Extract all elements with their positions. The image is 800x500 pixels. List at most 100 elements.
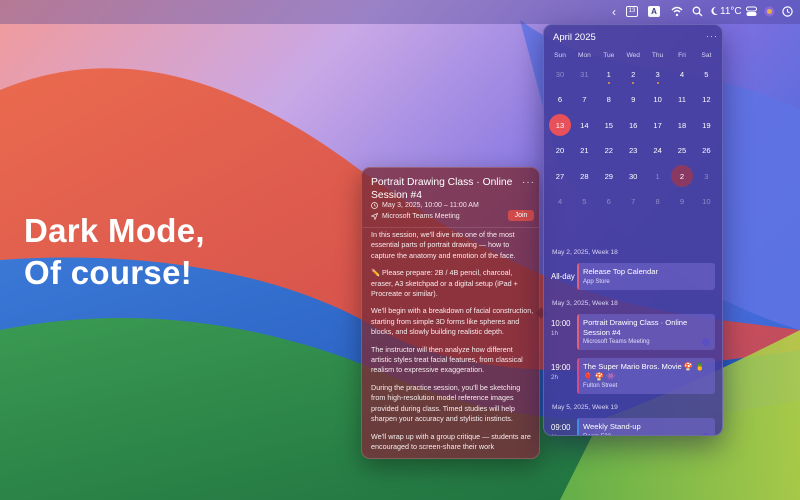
day-cell[interactable]: 30 <box>548 68 572 82</box>
event-card[interactable]: Portrait Drawing Class · Online Session … <box>577 314 715 350</box>
agenda-section-header: May 3, 2025, Week 18 <box>552 300 618 307</box>
day-cell-today[interactable]: 13 <box>548 113 572 136</box>
weekday-label: Mon <box>577 52 591 59</box>
chevron-left-icon[interactable]: ‹ <box>612 0 616 24</box>
event-detail-popup: Portrait Drawing Class · Online Session … <box>361 167 540 459</box>
day-cell[interactable]: 12 <box>694 93 718 107</box>
siri-icon[interactable] <box>764 6 775 17</box>
event-dot <box>632 82 635 84</box>
month-grid: Sun Mon Tue Wed Thu Fri Sat 30 31 1 2 3 4 5 6 7 8 9 10 11 12… <box>544 25 722 245</box>
day-cell[interactable]: 19 <box>694 119 718 133</box>
day-cell[interactable]: 30 <box>621 170 645 184</box>
day-cell[interactable]: 17 <box>646 119 670 133</box>
event-duration: 1h <box>551 330 558 337</box>
control-center-icon[interactable] <box>746 6 757 17</box>
day-cell[interactable]: 1 <box>597 68 621 82</box>
weekday-label: Sun <box>554 52 566 59</box>
day-cell[interactable]: 28 <box>572 170 596 184</box>
day-cell[interactable]: 29 <box>597 170 621 184</box>
event-card[interactable]: The Super Mario Bros. Movie 🍄 🍍 🎈 🍄 👾 Ful… <box>577 358 715 394</box>
day-cell[interactable]: 7 <box>572 93 596 107</box>
event-color-bar <box>577 263 579 290</box>
event-notes: In this session, we'll dive into one of … <box>371 230 535 458</box>
event-dot <box>607 82 610 84</box>
day-cell[interactable]: 23 <box>621 144 645 158</box>
day-cell[interactable]: 8 <box>597 93 621 107</box>
agenda-section-header: May 5, 2025, Week 19 <box>552 404 618 411</box>
event-title: Portrait Drawing Class · Online Session … <box>371 177 513 201</box>
menu-bar: ‹ 13 A 11°C <box>0 0 800 24</box>
day-cell[interactable]: 5 <box>694 68 718 82</box>
day-cell[interactable]: 6 <box>597 195 621 209</box>
day-cell[interactable]: 4 <box>670 68 694 82</box>
day-cell[interactable]: 9 <box>670 195 694 209</box>
day-cell[interactable]: 20 <box>548 144 572 158</box>
calendar-icon[interactable]: 13 <box>626 6 638 17</box>
event-card-title: Release Top Calendar <box>583 267 659 276</box>
day-cell[interactable]: 14 <box>572 119 596 133</box>
weekday-label: Wed <box>626 52 640 59</box>
moon-cloud-icon[interactable] <box>710 6 719 17</box>
event-duration: 2h <box>551 374 558 381</box>
event-color-bar <box>577 358 579 394</box>
day-cell[interactable]: 11 <box>670 93 694 107</box>
event-card-subtitle: Microsoft Teams Meeting <box>583 339 650 345</box>
event-card-title: Weekly Stand-up <box>583 422 641 431</box>
day-cell[interactable]: 31 <box>572 68 596 82</box>
day-cell[interactable]: 5 <box>572 195 596 209</box>
clock-icon[interactable] <box>782 6 793 17</box>
event-location: Microsoft Teams Meeting <box>382 213 460 220</box>
day-cell[interactable]: 8 <box>646 195 670 209</box>
weekday-label: Fri <box>678 52 686 59</box>
day-cell[interactable]: 9 <box>621 93 645 107</box>
weekday-label: Sat <box>701 52 712 59</box>
attendee-avatar <box>702 338 710 346</box>
event-note-paragraph: In this session, we'll dive into one of … <box>371 230 516 260</box>
day-cell[interactable]: 24 <box>646 144 670 158</box>
day-cell[interactable]: 21 <box>572 144 596 158</box>
wifi-icon[interactable] <box>671 6 683 17</box>
event-time: 19:00 <box>551 363 571 372</box>
weather-temperature[interactable]: 11°C <box>720 0 742 24</box>
event-note-paragraph: We'll wrap up with a group critique — st… <box>371 431 531 451</box>
event-dot <box>656 82 659 84</box>
weekday-label: Thu <box>651 52 664 59</box>
day-cell[interactable]: 2 <box>621 68 645 82</box>
day-cell[interactable]: 3 <box>694 170 718 184</box>
day-cell[interactable]: 6 <box>548 93 572 107</box>
search-icon[interactable] <box>692 6 703 17</box>
event-card[interactable]: Release Top Calendar App Store <box>577 263 715 290</box>
headline-line-1: Dark Mode, <box>24 212 205 249</box>
day-cell[interactable]: 25 <box>670 144 694 158</box>
event-datetime-row: May 3, 2025, 10:00 – 11:00 AM <box>371 202 479 209</box>
day-cell[interactable]: 27 <box>548 170 572 184</box>
event-color-bar <box>577 314 579 350</box>
weekday-label: Tue <box>603 52 615 59</box>
join-button[interactable]: Join <box>508 210 534 221</box>
input-source-icon[interactable]: A <box>648 6 660 17</box>
event-card-title: The Super Mario Bros. Movie 🍄 🍍 🎈 🍄 👾 <box>583 362 705 381</box>
event-card-subtitle: Fulton Street <box>583 383 618 389</box>
day-cell[interactable]: 15 <box>597 119 621 133</box>
day-cell[interactable]: 1 <box>646 170 670 184</box>
event-card-title: Portrait Drawing Class · Online Session … <box>583 318 688 337</box>
day-cell[interactable]: 10 <box>646 93 670 107</box>
day-cell[interactable]: 26 <box>694 144 718 158</box>
divider <box>362 227 539 228</box>
day-cell[interactable]: 16 <box>621 119 645 133</box>
day-cell[interactable]: 18 <box>670 119 694 133</box>
event-time: 09:00 <box>551 423 571 432</box>
day-cell[interactable]: 22 <box>597 144 621 158</box>
day-cell[interactable]: 4 <box>548 195 572 209</box>
attendee-avatar <box>702 433 710 435</box>
event-card[interactable]: Weekly Stand-up Room F32 <box>577 418 715 435</box>
location-arrow-icon <box>371 213 378 220</box>
day-cell[interactable]: 7 <box>621 195 645 209</box>
event-note-paragraph: ✏️ Please prepare: 2B / 4B pencil, charc… <box>371 268 518 299</box>
agenda-section-header: May 2, 2025, Week 18 <box>552 249 618 256</box>
day-cell-selected[interactable]: 2 <box>670 164 694 187</box>
event-note-paragraph: The instructor will then analyze how dif… <box>371 344 523 375</box>
day-cell[interactable]: 3 <box>646 68 670 82</box>
day-cell[interactable]: 10 <box>694 195 718 209</box>
more-options-icon[interactable]: ··· <box>522 177 535 188</box>
